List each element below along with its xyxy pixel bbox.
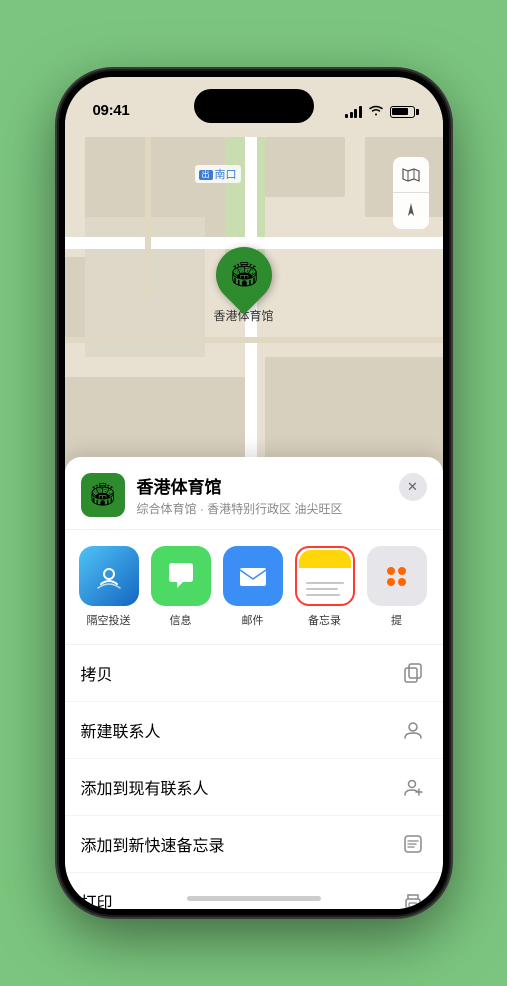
- notes-line-1: [306, 582, 344, 584]
- action-copy[interactable]: 拷贝: [65, 645, 443, 702]
- more-icon: [367, 546, 427, 606]
- close-button[interactable]: ✕: [399, 473, 427, 501]
- action-list: 拷贝 新建联系人: [65, 645, 443, 909]
- messages-label: 信息: [170, 612, 192, 628]
- notes-label: 备忘录: [308, 612, 341, 628]
- phone-frame: 09:41: [59, 71, 449, 915]
- print-icon: [399, 887, 427, 909]
- dynamic-island: [194, 89, 314, 123]
- pin-circle: 🏟: [204, 235, 283, 314]
- venue-name: 香港体育馆: [137, 473, 427, 498]
- action-new-contact-label: 新建联系人: [81, 718, 161, 742]
- map-type-button[interactable]: [393, 157, 429, 193]
- status-icons: [345, 104, 415, 119]
- airdrop-icon: [79, 546, 139, 606]
- venue-pin: 🏟 香港体育馆: [214, 247, 274, 324]
- share-messages[interactable]: 信息: [149, 546, 213, 628]
- venue-icon: 🏟: [81, 473, 125, 517]
- mail-icon: [223, 546, 283, 606]
- quick-note-icon: [399, 830, 427, 858]
- person-add-icon: [399, 773, 427, 801]
- action-add-existing[interactable]: 添加到现有联系人: [65, 759, 443, 816]
- location-button[interactable]: [393, 193, 429, 229]
- map-label-icon: 出: [199, 170, 213, 180]
- notes-line-3: [306, 594, 340, 596]
- signal-icon: [345, 106, 362, 118]
- action-add-notes-label: 添加到新快速备忘录: [81, 832, 225, 856]
- bottom-sheet: 🏟 香港体育馆 综合体育馆 · 香港特别行政区 油尖旺区 ✕: [65, 457, 443, 909]
- notes-line-2: [306, 588, 338, 590]
- mail-label: 邮件: [242, 612, 264, 628]
- wifi-icon: [368, 104, 384, 119]
- pin-icon: 🏟: [228, 261, 258, 290]
- action-print[interactable]: 打印: [65, 873, 443, 909]
- map-south-entrance-label: 出南口: [195, 165, 241, 183]
- status-time: 09:41: [93, 102, 130, 119]
- action-new-contact[interactable]: 新建联系人: [65, 702, 443, 759]
- battery-icon: [390, 106, 415, 118]
- share-airdrop[interactable]: 隔空投送: [77, 546, 141, 628]
- share-notes[interactable]: 备忘录: [293, 546, 357, 628]
- map-controls: [393, 157, 429, 229]
- airdrop-label: 隔空投送: [87, 612, 131, 628]
- sheet-header: 🏟 香港体育馆 综合体育馆 · 香港特别行政区 油尖旺区 ✕: [65, 457, 443, 530]
- notes-icon-inner: [299, 550, 351, 602]
- phone-screen: 09:41: [65, 77, 443, 909]
- share-more[interactable]: 提: [365, 546, 429, 628]
- messages-icon: [151, 546, 211, 606]
- more-label: 提: [391, 612, 402, 628]
- venue-subtitle: 综合体育馆 · 香港特别行政区 油尖旺区: [137, 500, 427, 517]
- venue-info: 香港体育馆 综合体育馆 · 香港特别行政区 油尖旺区: [137, 473, 427, 517]
- action-copy-label: 拷贝: [81, 661, 113, 685]
- copy-icon: [399, 659, 427, 687]
- action-add-existing-label: 添加到现有联系人: [81, 775, 209, 799]
- share-mail[interactable]: 邮件: [221, 546, 285, 628]
- notes-icon: [295, 546, 355, 606]
- map-area[interactable]: 出南口 �: [65, 77, 443, 497]
- action-add-notes[interactable]: 添加到新快速备忘录: [65, 816, 443, 873]
- action-print-label: 打印: [81, 889, 113, 909]
- share-row: 隔空投送 信息: [65, 530, 443, 645]
- home-indicator: [187, 896, 321, 901]
- person-icon: [399, 716, 427, 744]
